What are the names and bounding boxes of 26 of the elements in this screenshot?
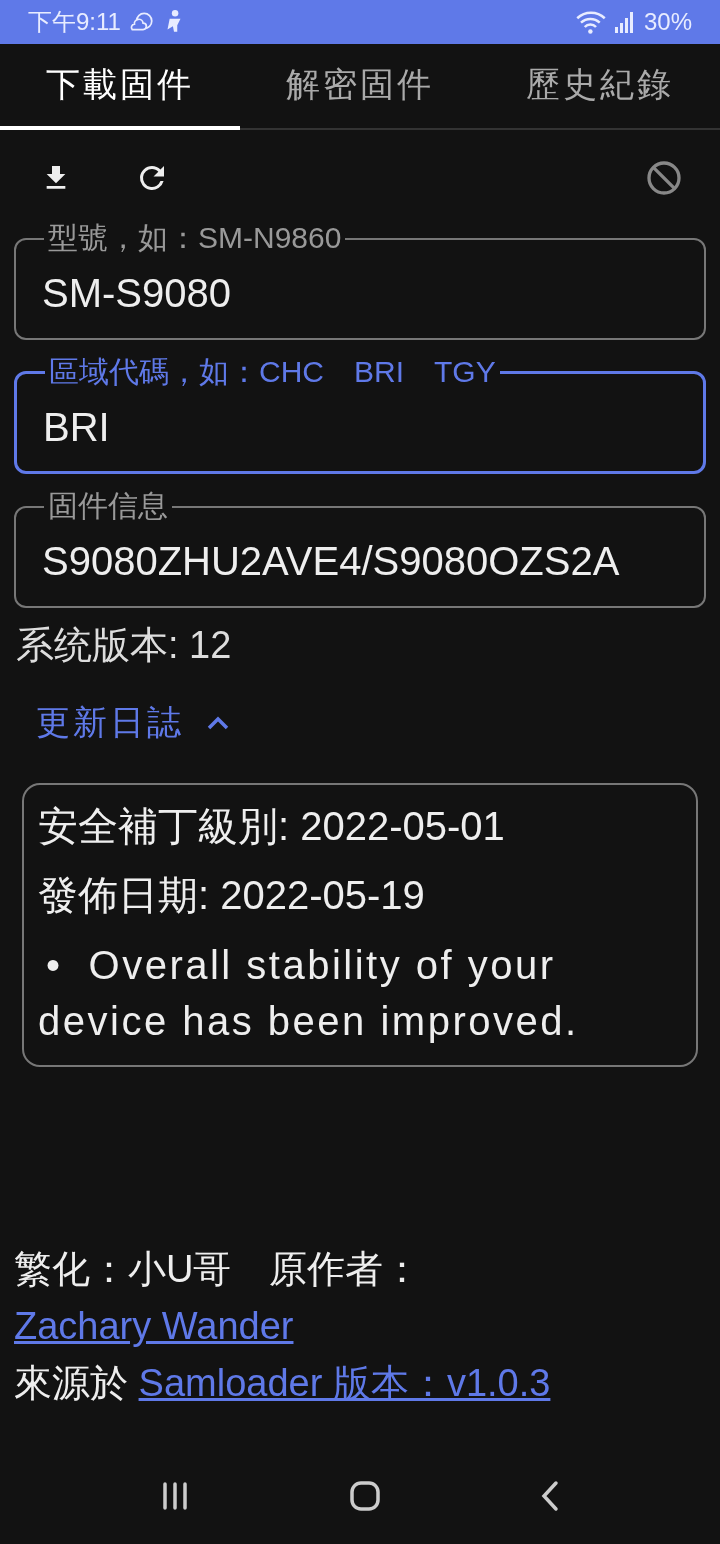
field-label: 區域代碼，如：CHC BRI TGY [48,354,497,390]
changelog-note: • Overall stability of your device has been improved. [38,942,580,1045]
caret-icon [206,715,230,731]
changelog-toggle[interactable]: 更新日誌 [30,699,236,747]
tab[interactable]: 解密固件 [240,44,480,130]
security-patch: 安全補丁級別: 2022-05-01 [38,803,506,850]
wifi-icon [575,9,606,35]
credit-link[interactable]: Samloader 版本：v1.0.3 [138,1362,551,1404]
credit-text: 來源於 Samloader 版本：v1.0.3 [14,1361,552,1406]
tab[interactable]: 歷史紀錄 [480,44,720,130]
signal-icon [613,10,636,34]
credit-link[interactable]: Zachary Wander [14,1305,294,1347]
block-icon [644,158,684,198]
tab[interactable]: 下載固件 [0,44,240,130]
credit-text: 繁化：小U哥 原作者： Zachary Wander [14,1247,423,1349]
home-icon [349,1480,381,1512]
battery-percent: 30% [643,8,692,36]
field-label: 型號，如：SM-N9860 [47,220,343,256]
field-label: 固件信息 [47,488,169,524]
field-value: S9080ZHU2AVE4/S9080OZS2A [42,539,621,584]
status-time: 下午9:11 [28,7,121,37]
release-date: 發佈日期: 2022-05-19 [38,872,426,919]
field-value: SM-S9080 [42,271,232,316]
back-icon [540,1480,561,1512]
field-value: BRI [43,405,111,450]
system-version: 系统版本: 12 [15,623,233,668]
